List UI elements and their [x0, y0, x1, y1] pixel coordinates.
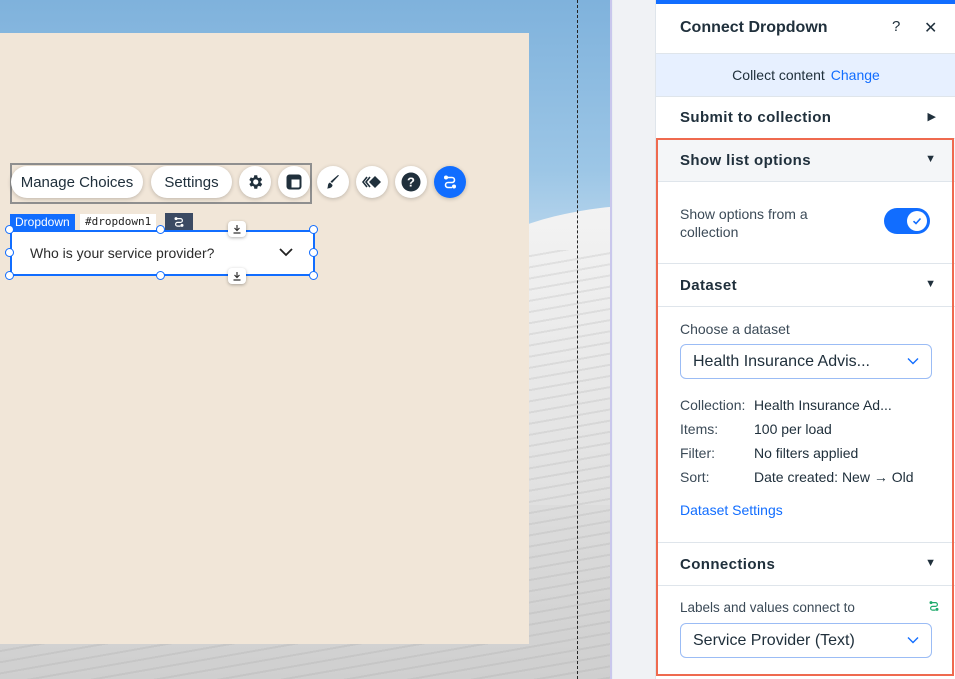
- check-icon: [912, 217, 922, 225]
- section-title: Submit to collection: [680, 109, 832, 126]
- canvas-edge: [610, 0, 612, 679]
- caret-down-icon: ▼: [925, 278, 936, 290]
- animation-button[interactable]: [356, 166, 388, 198]
- gridline-guide: [577, 0, 578, 679]
- resize-handle-bottom[interactable]: [156, 271, 165, 280]
- connected-icon: [929, 601, 939, 611]
- connect-data-icon: [444, 175, 456, 189]
- section-connections[interactable]: Connections ▼: [656, 542, 955, 586]
- stretch-bottom-button[interactable]: [228, 268, 246, 284]
- help-icon[interactable]: ?: [892, 18, 900, 35]
- resize-handle-right[interactable]: [309, 248, 318, 257]
- resize-handle-top-right[interactable]: [309, 225, 318, 234]
- dataset-settings-link[interactable]: Dataset Settings: [680, 502, 783, 518]
- svg-text:?: ?: [407, 175, 415, 190]
- layout-icon: [286, 174, 302, 190]
- chevron-down-icon: [907, 358, 919, 365]
- editor-gutter: [613, 0, 655, 679]
- chevron-down-icon: [279, 248, 293, 257]
- element-type-label: Dropdown: [10, 214, 75, 230]
- connect-panel: Connect Dropdown ? ✕ Collect content Cha…: [655, 0, 955, 679]
- caret-down-icon: ▼: [925, 557, 936, 569]
- dataset-select-value: Health Insurance Advis...: [693, 353, 870, 370]
- gear-button[interactable]: [239, 166, 271, 198]
- resize-handle-bottom-right[interactable]: [309, 271, 318, 280]
- caret-right-icon: ▶: [927, 111, 936, 123]
- detail-value-items: 100 per load: [754, 421, 832, 437]
- panel-accent-bar: [656, 0, 955, 4]
- layout-button[interactable]: [278, 166, 310, 198]
- detail-value-collection: Health Insurance Ad...: [754, 397, 892, 413]
- resize-handle-bottom-left[interactable]: [5, 271, 14, 280]
- chevron-down-icon: [907, 637, 919, 644]
- labels-values-label: Labels and values connect to: [680, 600, 855, 615]
- help-icon: ?: [401, 172, 421, 192]
- section-dataset[interactable]: Dataset ▼: [656, 263, 955, 307]
- show-options-toggle[interactable]: [884, 208, 930, 234]
- help-button[interactable]: ?: [395, 166, 427, 198]
- section-title: Dataset: [680, 277, 737, 294]
- section-title: Connections: [680, 556, 776, 573]
- section-show-list-options[interactable]: Show list options ▼: [656, 139, 955, 182]
- animation-icon: [362, 176, 381, 188]
- resize-handle-top-left[interactable]: [5, 225, 14, 234]
- close-icon[interactable]: ✕: [924, 18, 937, 38]
- detail-label-sort: Sort:: [680, 469, 710, 485]
- show-options-label: Show options from a collection: [680, 206, 808, 240]
- page-section[interactable]: [0, 33, 529, 644]
- connect-data-icon: [174, 216, 184, 227]
- dataset-select[interactable]: Health Insurance Advis...: [680, 344, 932, 379]
- collect-content-label: Collect content: [732, 67, 825, 83]
- dropdown-element[interactable]: Who is your service provider?: [10, 230, 315, 276]
- canvas-strip: [529, 0, 612, 679]
- change-link[interactable]: Change: [831, 67, 880, 83]
- labels-values-select-value: Service Provider (Text): [693, 632, 855, 649]
- resize-handle-top[interactable]: [156, 225, 165, 234]
- manage-choices-button[interactable]: Manage Choices: [11, 166, 143, 198]
- element-connected-badge: [165, 213, 193, 230]
- download-arrow-icon: [233, 225, 241, 234]
- caret-down-icon: ▼: [925, 153, 936, 165]
- detail-label-items: Items:: [680, 421, 719, 437]
- detail-label-filter: Filter:: [680, 445, 715, 461]
- detail-value-sort: Date created: New → Old: [754, 469, 914, 485]
- detail-value-filter: No filters applied: [754, 445, 859, 461]
- download-arrow-icon: [233, 272, 241, 281]
- section-title: Show list options: [680, 152, 811, 169]
- toggle-knob: [907, 211, 927, 231]
- dropdown-placeholder: Who is your service provider?: [30, 245, 215, 261]
- detail-label-collection: Collection:: [680, 397, 746, 413]
- stretch-top-button[interactable]: [228, 221, 246, 237]
- settings-button[interactable]: Settings: [151, 166, 232, 198]
- element-id-label: #dropdown1: [80, 214, 157, 230]
- section-submit-to-collection[interactable]: Submit to collection ▶: [656, 96, 955, 139]
- resize-handle-left[interactable]: [5, 248, 14, 257]
- labels-values-select[interactable]: Service Provider (Text): [680, 623, 932, 658]
- design-button[interactable]: [317, 166, 349, 198]
- gear-icon: [249, 175, 263, 189]
- brush-icon: [327, 175, 339, 189]
- choose-dataset-label: Choose a dataset: [680, 321, 790, 337]
- collect-content-bar: Collect content Change: [656, 53, 955, 97]
- connect-data-button[interactable]: [434, 166, 466, 198]
- panel-title: Connect Dropdown: [680, 19, 828, 36]
